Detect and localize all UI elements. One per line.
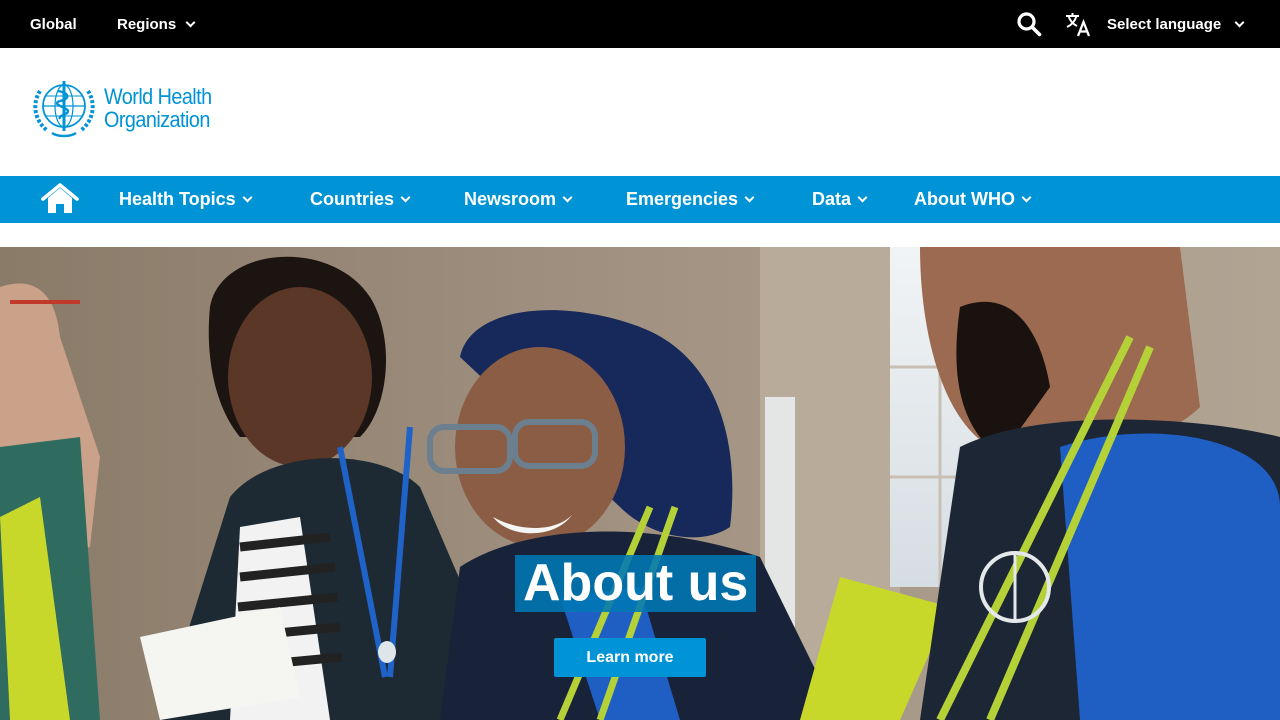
regions-dropdown[interactable]: Regions <box>117 0 196 48</box>
logo-line1: World Health <box>104 84 212 109</box>
nav-item-countries[interactable]: Countries <box>310 176 411 223</box>
chevron-down-icon <box>562 192 573 203</box>
nav-item-health-topics[interactable]: Health Topics <box>119 176 253 223</box>
language-selector[interactable]: Select language <box>1107 0 1245 48</box>
chevron-down-icon <box>1234 17 1245 27</box>
nav-item-label: Newsroom <box>464 189 557 209</box>
home-icon[interactable] <box>41 183 79 215</box>
who-logo[interactable]: World Health Organization <box>30 77 224 139</box>
chevron-down-icon <box>744 192 755 203</box>
translate-icon[interactable] <box>1064 10 1092 38</box>
nav-item-newsroom[interactable]: Newsroom <box>464 176 573 223</box>
global-label: Global <box>30 15 77 33</box>
nav-item-data[interactable]: Data <box>812 176 868 223</box>
hero-banner: About us Learn more <box>0 247 1280 720</box>
nav-item-label: About WHO <box>914 189 1015 209</box>
top-utility-bar: Global Regions Select language <box>0 0 1280 48</box>
logo-band: World Health Organization <box>0 48 1280 176</box>
logo-wordmark: World Health Organization <box>104 85 212 131</box>
chevron-down-icon <box>1021 192 1032 203</box>
logo-line2: Organization <box>104 107 210 132</box>
chevron-down-icon <box>242 192 253 203</box>
nav-item-emergencies[interactable]: Emergencies <box>626 176 755 223</box>
nav-item-label: Emergencies <box>626 189 739 209</box>
chevron-down-icon <box>400 192 411 203</box>
regions-label: Regions <box>117 15 177 33</box>
main-navigation: Health Topics Countries Newsroom Emergen… <box>0 176 1280 223</box>
search-icon[interactable] <box>1016 11 1042 37</box>
chevron-down-icon <box>857 192 868 203</box>
who-emblem-icon <box>33 81 95 138</box>
chevron-down-icon <box>185 17 196 27</box>
hero-title: About us <box>515 555 757 612</box>
nav-item-about-who[interactable]: About WHO <box>914 176 1032 223</box>
language-label: Select language <box>1107 15 1222 33</box>
global-link[interactable]: Global <box>30 0 77 48</box>
nav-item-label: Countries <box>310 189 395 209</box>
nav-item-label: Data <box>812 189 852 209</box>
nav-item-label: Health Topics <box>119 189 236 209</box>
nav-spacer <box>0 223 1280 248</box>
learn-more-button[interactable]: Learn more <box>554 638 706 677</box>
